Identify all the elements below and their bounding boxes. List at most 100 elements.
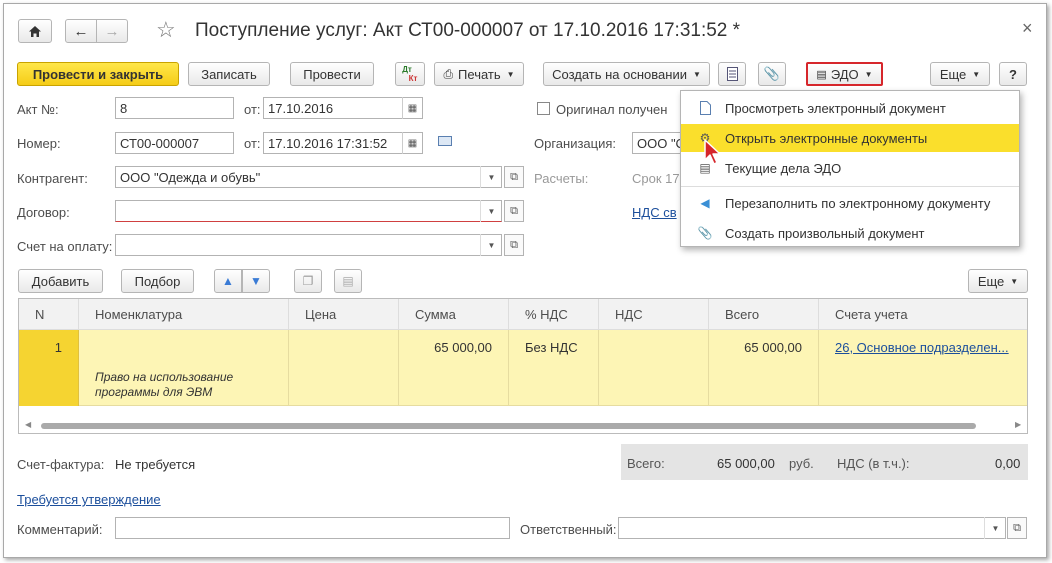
act-date-value: 17.10.2016 [268, 101, 334, 116]
edo-button[interactable]: ▤ ЭДО ▼ [806, 62, 883, 86]
responsible-label: Ответственный: [520, 522, 617, 537]
select-button[interactable]: Подбор [121, 269, 194, 293]
comment-field[interactable] [115, 517, 510, 539]
responsible-open-button[interactable]: ⧉ [1007, 517, 1027, 539]
column-header-nomenclature[interactable]: Номенклатура [79, 299, 289, 330]
contractor-dropdown-icon[interactable]: ▼ [480, 166, 502, 188]
move-down-button[interactable]: ▼ [242, 269, 270, 293]
calendar-icon[interactable]: ▦ [402, 132, 422, 154]
vat-rate-cell[interactable]: Без НДС [509, 330, 599, 406]
menu-item-create-arbitrary-doc[interactable]: 📎 Создать произвольный документ [681, 219, 1019, 247]
contract-field[interactable] [115, 200, 502, 222]
paperclip-icon: 📎 [763, 66, 781, 81]
original-received-label: Оригинал получен [556, 102, 668, 117]
column-header-vat[interactable]: НДС [599, 299, 709, 330]
forward-button[interactable]: → [96, 19, 128, 43]
column-header-n[interactable]: N [19, 299, 79, 330]
scrollbar-thumb[interactable] [41, 423, 976, 429]
copy-row-button[interactable]: ❐ [294, 269, 322, 293]
column-header-vat-rate[interactable]: % НДС [509, 299, 599, 330]
scroll-left-icon[interactable]: ◀ [25, 420, 31, 429]
vat-cell[interactable] [599, 330, 709, 406]
edo-label: ЭДО [830, 66, 859, 82]
settlements-label: Расчеты: [534, 171, 589, 186]
invoice-dropdown-icon[interactable]: ▼ [480, 234, 502, 256]
contractor-open-button[interactable]: ⧉ [504, 166, 524, 188]
menu-item-open-edocs[interactable]: ⚙ Открыть электронные документы [681, 124, 1019, 152]
act-number-field[interactable]: 8 [115, 97, 234, 119]
chevron-down-icon: ▼ [864, 69, 873, 79]
post-and-close-button[interactable]: Провести и закрыть [17, 62, 179, 86]
invoice-field[interactable] [115, 234, 502, 256]
act-date-field[interactable]: 17.10.2016 [263, 97, 423, 119]
post-button[interactable]: Провести [290, 62, 374, 86]
arrow-left-icon: ← [73, 22, 89, 40]
save-button[interactable]: Записать [188, 62, 270, 86]
vat-total-value: 0,00 [995, 456, 1021, 471]
accounts-cell[interactable]: 26, Основное подразделен... [819, 330, 1027, 406]
document-window: ← → ☆ Поступление услуг: Акт СТ00-000007… [3, 3, 1047, 558]
home-icon [29, 25, 41, 37]
attach-file-button[interactable]: 📎 [758, 62, 786, 86]
contractor-field[interactable]: ООО "Одежда и обувь" [115, 166, 502, 188]
contract-open-button[interactable]: ⧉ [504, 200, 524, 222]
calendar-icon[interactable]: ▦ [402, 97, 422, 119]
more-label: Еще [939, 66, 967, 82]
contract-dropdown-icon[interactable]: ▼ [480, 200, 502, 222]
table-more-label: Еще [977, 273, 1005, 289]
more-button[interactable]: Еще ▼ [930, 62, 990, 86]
edo-icon: ▤ [816, 68, 827, 81]
number-date-label: от: [244, 136, 261, 151]
table-header: N Номенклатура Цена Сумма % НДС НДС Всег… [19, 299, 1027, 330]
column-header-total[interactable]: Всего [709, 299, 819, 330]
original-received-checkbox[interactable] [537, 102, 550, 115]
arrow-down-icon: ▼ [250, 274, 262, 288]
column-header-price[interactable]: Цена [289, 299, 399, 330]
invoice-status-label: Счет-фактура: [17, 457, 105, 472]
chevron-down-icon: ▼ [692, 69, 701, 79]
back-button[interactable]: ← [65, 19, 97, 43]
approval-required-link[interactable]: Требуется утверждение [17, 492, 161, 507]
menu-item-refill-from-edoc[interactable]: ◀ Перезаполнить по электронному документ… [681, 189, 1019, 217]
report-document-icon [726, 67, 738, 81]
create-based-on-button[interactable]: Создать на основании ▼ [543, 62, 710, 86]
organization-field[interactable]: ООО "С [632, 132, 682, 154]
print-button[interactable]: ⎙ Печать ▼ [434, 62, 524, 86]
paste-button[interactable]: ▤ [334, 269, 362, 293]
price-cell[interactable] [289, 330, 399, 406]
dt-kt-button[interactable]: Дт Кт [395, 62, 425, 86]
arrow-up-icon: ▲ [222, 274, 234, 288]
horizontal-scrollbar[interactable]: ◀ ▶ [19, 419, 1027, 433]
arrow-right-icon: → [104, 22, 120, 40]
menu-item-view-edoc[interactable]: Просмотреть электронный документ [681, 94, 1019, 122]
invoice-open-button[interactable]: ⧉ [504, 234, 524, 256]
number-field[interactable]: СТ00-000007 [115, 132, 234, 154]
add-row-button[interactable]: Добавить [18, 269, 103, 293]
move-up-button[interactable]: ▲ [214, 269, 242, 293]
table-more-button[interactable]: Еще ▼ [968, 269, 1028, 293]
contractor-label: Контрагент: [17, 171, 88, 186]
sum-cell[interactable]: 65 000,00 [399, 330, 509, 406]
number-history-icon[interactable] [438, 136, 452, 146]
home-button[interactable] [18, 19, 52, 43]
number-date-field[interactable]: 17.10.2016 17:31:52 [263, 132, 423, 154]
currency-label: руб. [789, 456, 814, 471]
vat-link[interactable]: НДС св [632, 205, 677, 220]
nomenclature-cell[interactable]: Право на использование программы для ЭВМ [79, 330, 289, 406]
column-header-accounts[interactable]: Счета учета [819, 299, 1027, 330]
favorite-star-icon[interactable]: ☆ [156, 18, 176, 42]
scroll-right-icon[interactable]: ▶ [1015, 420, 1021, 429]
menu-separator [681, 186, 1019, 187]
total-cell[interactable]: 65 000,00 [709, 330, 819, 406]
responsible-field[interactable] [618, 517, 1006, 539]
responsible-dropdown-icon[interactable]: ▼ [984, 517, 1006, 539]
menu-item-current-edo-tasks[interactable]: ▤ Текущие дела ЭДО [681, 154, 1019, 182]
paste-icon: ▤ [342, 274, 354, 288]
help-button[interactable]: ? [999, 62, 1027, 86]
table-row[interactable]: 1 Право на использование программы для Э… [19, 330, 1027, 406]
close-icon[interactable]: × [1022, 18, 1033, 39]
window-title: Поступление услуг: Акт СТ00-000007 от 17… [195, 20, 741, 41]
column-header-sum[interactable]: Сумма [399, 299, 509, 330]
report-button[interactable] [718, 62, 746, 86]
chevron-down-icon: ▼ [1010, 276, 1019, 286]
